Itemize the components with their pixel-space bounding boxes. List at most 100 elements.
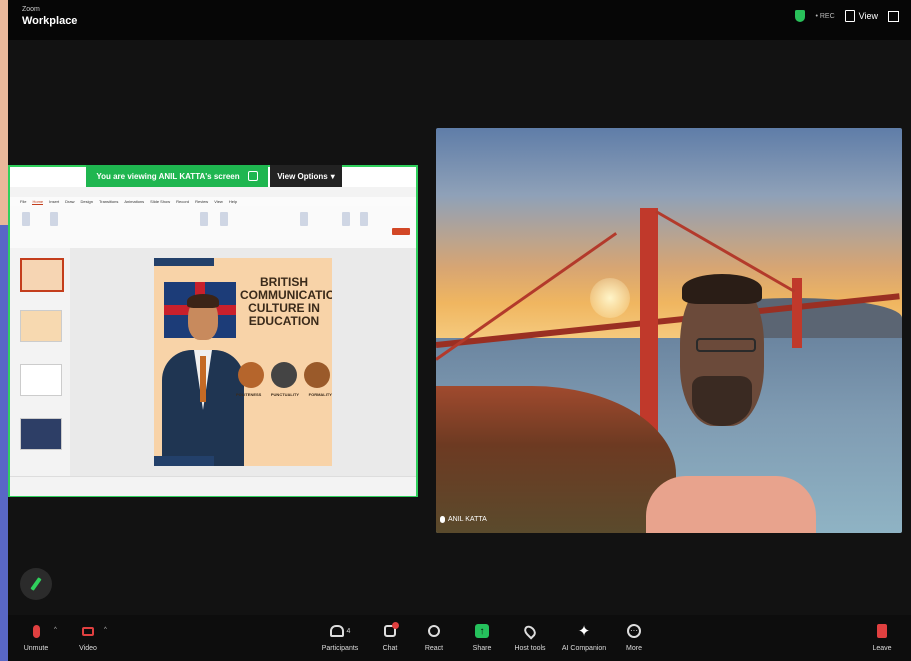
copilot-icon[interactable] — [360, 212, 368, 226]
chat-button[interactable]: Chat — [368, 621, 412, 652]
mic-muted-icon — [32, 624, 40, 638]
ribbon-tab-record[interactable]: Record — [176, 199, 189, 204]
heart-icon — [428, 625, 440, 637]
ai-companion-label: AI Companion — [561, 645, 607, 652]
chat-badge — [392, 622, 399, 629]
ribbon-tab-file[interactable]: File — [20, 199, 26, 204]
brand: Zoom Workplace — [22, 6, 77, 28]
chevron-up-icon[interactable]: ^ — [104, 627, 107, 633]
left-edge-strip-top — [0, 0, 8, 225]
clock-icon — [271, 362, 297, 388]
share-ppt-button[interactable] — [392, 228, 410, 235]
ribbon-tab-help[interactable]: Help — [229, 199, 237, 204]
more-label: More — [626, 645, 642, 652]
chat-icon — [384, 622, 399, 637]
annotate-button[interactable] — [20, 568, 52, 600]
ribbon-tab-transitions[interactable]: Transitions — [99, 199, 118, 204]
participants-label: Participants — [321, 645, 359, 652]
ppt-ribbon-tabs: File Home Insert Draw Design Transitions… — [10, 197, 416, 206]
slide-thumbnails — [10, 248, 71, 476]
new-slide-icon[interactable] — [50, 212, 58, 226]
video-off-icon — [82, 626, 94, 636]
more-icon: ··· — [627, 624, 641, 638]
slide-thumbnail[interactable] — [20, 364, 62, 396]
ribbon-tab-review[interactable]: Review — [195, 199, 208, 204]
host-tools-label: Host tools — [514, 645, 546, 652]
chat-label: Chat — [382, 645, 398, 652]
recording-status: • REC — [815, 12, 835, 20]
current-slide: BRITISH COMMUNICATION CULTURE IN EDUCATI… — [154, 258, 332, 466]
leave-icon — [877, 624, 887, 638]
more-button[interactable]: ··· More — [612, 621, 656, 652]
leave-button[interactable]: Leave — [860, 621, 904, 652]
security-shield-icon[interactable] — [795, 10, 806, 22]
shared-screen[interactable]: You are viewing ANIL KATTA's screen View… — [8, 165, 418, 497]
video-label: Video — [79, 645, 97, 652]
view-options-label: View Options — [277, 171, 328, 181]
slide-icon-row — [238, 362, 330, 388]
left-edge-strip-bottom — [0, 225, 8, 661]
slide-icon-labels: POLITENESS PUNCTUALITY FORMALITY — [236, 392, 332, 397]
ribbon-tab-design[interactable]: Design — [80, 199, 92, 204]
paste-icon[interactable] — [22, 212, 30, 226]
designer-icon[interactable] — [300, 212, 308, 226]
add-ins-icon[interactable] — [342, 212, 350, 226]
book-icon — [304, 362, 330, 388]
ribbon-tab-home[interactable]: Home — [32, 199, 44, 205]
mic-icon — [440, 516, 445, 523]
slide-label-formality: FORMALITY — [308, 392, 332, 397]
video-button[interactable]: Video — [66, 621, 110, 652]
fullscreen-icon[interactable] — [888, 10, 899, 22]
man-hair — [187, 294, 219, 308]
slide-thumbnail[interactable] — [20, 418, 62, 450]
participant-person — [646, 274, 856, 533]
slide-thumbnail[interactable] — [20, 258, 64, 292]
participant-shirt — [646, 476, 816, 533]
host-tools-button[interactable]: Host tools — [508, 621, 552, 652]
view-label: View — [858, 11, 878, 21]
top-bar: Zoom Workplace • REC View — [8, 0, 911, 40]
ribbon-tab-draw[interactable]: Draw — [65, 199, 74, 204]
view-grid-icon — [844, 10, 855, 22]
chevron-down-icon: ▾ — [330, 171, 335, 181]
participant-video-tile[interactable]: ANIL KATTA — [436, 128, 902, 533]
share-label: Share — [472, 645, 492, 652]
share-button[interactable]: ↑ Share — [460, 621, 504, 652]
ai-companion-button[interactable]: ✦ AI Companion — [561, 621, 607, 653]
brand-title: Workplace — [22, 15, 78, 27]
react-label: React — [424, 645, 444, 652]
ribbon-tab-insert[interactable]: Insert — [49, 199, 59, 204]
slide-canvas[interactable]: BRITISH COMMUNICATION CULTURE IN EDUCATI… — [70, 248, 416, 476]
participants-icon — [329, 625, 344, 637]
chevron-up-icon[interactable]: ^ — [54, 627, 57, 633]
participant-name-tag: ANIL KATTA — [440, 516, 487, 523]
ppt-ribbon — [10, 206, 416, 249]
meeting-stage: You are viewing ANIL KATTA's screen View… — [8, 40, 911, 615]
participants-button[interactable]: 4 Participants — [318, 621, 362, 652]
man-tie — [200, 356, 206, 402]
slide-title: BRITISH COMMUNICATION CULTURE IN EDUCATI… — [240, 275, 332, 328]
picture-icon[interactable] — [200, 212, 208, 226]
pin-icon[interactable] — [247, 171, 258, 181]
view-button[interactable]: View — [844, 10, 878, 22]
viewing-banner: You are viewing ANIL KATTA's screen — [86, 165, 268, 187]
ribbon-tab-slide-show[interactable]: Slide Show — [150, 199, 170, 204]
virtual-bg-sun — [590, 278, 630, 318]
ribbon-tab-animations[interactable]: Animations — [124, 199, 144, 204]
shield-icon — [521, 622, 539, 640]
participants-count: 4 — [346, 627, 351, 635]
slide-thumbnail[interactable] — [20, 310, 62, 342]
ppt-status-bar — [10, 476, 416, 496]
react-button[interactable]: React — [412, 621, 456, 652]
ribbon-tab-view[interactable]: View — [214, 199, 223, 204]
shapes-icon[interactable] — [220, 212, 228, 226]
participant-glasses — [696, 338, 756, 352]
view-options-button[interactable]: View Options ▾ — [270, 165, 342, 187]
slide-label-punctuality: PUNCTUALITY — [270, 392, 300, 397]
participant-beard — [692, 376, 752, 426]
share-screen-icon: ↑ — [475, 624, 489, 638]
leave-label: Leave — [872, 645, 892, 652]
top-right-controls: • REC View — [795, 10, 899, 22]
unmute-button[interactable]: Unmute — [14, 621, 58, 652]
brand-small: Zoom — [22, 6, 40, 13]
